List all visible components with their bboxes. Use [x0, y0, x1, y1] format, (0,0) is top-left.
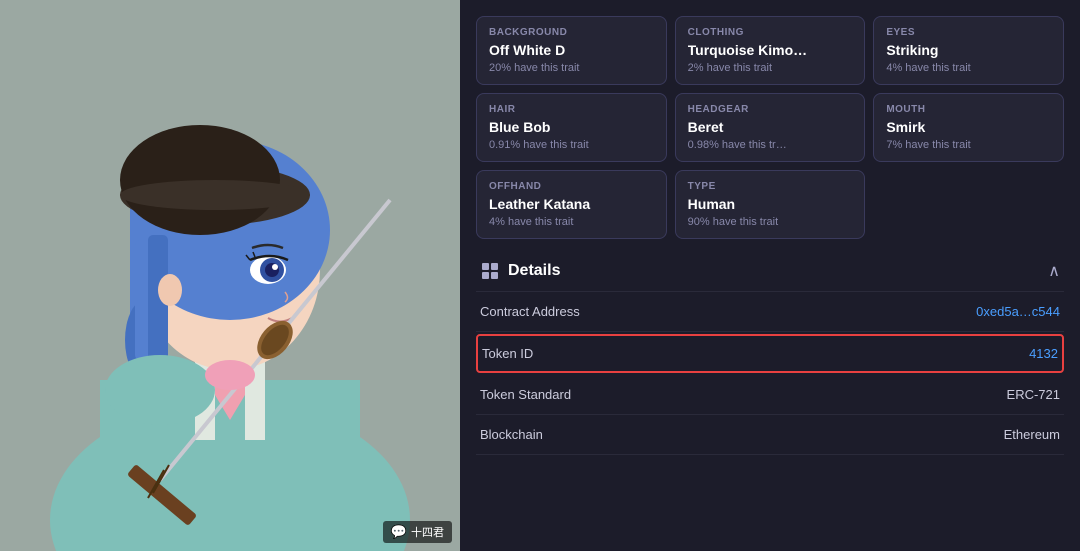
trait-card: EYES Striking 4% have this trait	[873, 16, 1064, 85]
trait-card: MOUTH Smirk 7% have this trait	[873, 93, 1064, 162]
detail-row: Token Standard ERC-721	[476, 375, 1064, 415]
trait-card: CLOTHING Turquoise Kimo… 2% have this tr…	[675, 16, 866, 85]
details-section: Details ∧ Contract Address 0xed5a…c544 T…	[476, 251, 1064, 455]
trait-card: TYPE Human 90% have this trait	[675, 170, 866, 239]
trait-value: Beret	[688, 119, 853, 135]
detail-row: Token ID 4132	[476, 334, 1064, 373]
trait-category: HEADGEAR	[688, 104, 853, 115]
detail-value[interactable]: 4132	[1029, 346, 1058, 361]
nft-image-panel: 💬 十四君	[0, 0, 460, 551]
detail-label: Token ID	[482, 346, 533, 361]
trait-category: CLOTHING	[688, 27, 853, 38]
trait-value: Off White D	[489, 42, 654, 58]
trait-rarity: 4% have this trait	[489, 216, 654, 228]
trait-value: Smirk	[886, 119, 1051, 135]
trait-card: HEADGEAR Beret 0.98% have this tr…	[675, 93, 866, 162]
detail-row: Contract Address 0xed5a…c544	[476, 292, 1064, 332]
trait-rarity: 20% have this trait	[489, 62, 654, 74]
trait-card: OFFHAND Leather Katana 4% have this trai…	[476, 170, 667, 239]
trait-category: EYES	[886, 27, 1051, 38]
details-header-left: Details	[480, 261, 560, 281]
detail-value: ERC-721	[1007, 387, 1060, 402]
details-grid-icon	[480, 261, 500, 281]
details-header[interactable]: Details ∧	[476, 251, 1064, 292]
trait-rarity: 7% have this trait	[886, 139, 1051, 151]
wechat-watermark: 💬 十四君	[383, 521, 452, 543]
trait-category: OFFHAND	[489, 181, 654, 192]
trait-rarity: 2% have this trait	[688, 62, 853, 74]
detail-value: Ethereum	[1004, 427, 1060, 442]
detail-value[interactable]: 0xed5a…c544	[976, 304, 1060, 319]
trait-rarity: 90% have this trait	[688, 216, 853, 228]
trait-rarity: 0.91% have this trait	[489, 139, 654, 151]
detail-label: Blockchain	[480, 427, 543, 442]
trait-card: BACKGROUND Off White D 20% have this tra…	[476, 16, 667, 85]
details-title: Details	[508, 262, 560, 280]
detail-label: Contract Address	[480, 304, 580, 319]
trait-rarity: 0.98% have this tr…	[688, 139, 853, 151]
trait-category: HAIR	[489, 104, 654, 115]
trait-value: Human	[688, 196, 853, 212]
trait-category: MOUTH	[886, 104, 1051, 115]
right-panel: BACKGROUND Off White D 20% have this tra…	[460, 0, 1080, 551]
trait-category: TYPE	[688, 181, 853, 192]
trait-rarity: 4% have this trait	[886, 62, 1051, 74]
chevron-up-icon: ∧	[1048, 261, 1060, 281]
trait-card: HAIR Blue Bob 0.91% have this trait	[476, 93, 667, 162]
trait-category: BACKGROUND	[489, 27, 654, 38]
trait-value: Turquoise Kimo…	[688, 42, 853, 58]
trait-value: Leather Katana	[489, 196, 654, 212]
wechat-icon: 💬	[391, 524, 407, 540]
detail-row: Blockchain Ethereum	[476, 415, 1064, 455]
traits-grid: BACKGROUND Off White D 20% have this tra…	[476, 16, 1064, 239]
trait-value: Striking	[886, 42, 1051, 58]
wechat-username: 十四君	[411, 524, 444, 540]
detail-label: Token Standard	[480, 387, 571, 402]
trait-value: Blue Bob	[489, 119, 654, 135]
details-rows: Contract Address 0xed5a…c544 Token ID 41…	[476, 292, 1064, 455]
